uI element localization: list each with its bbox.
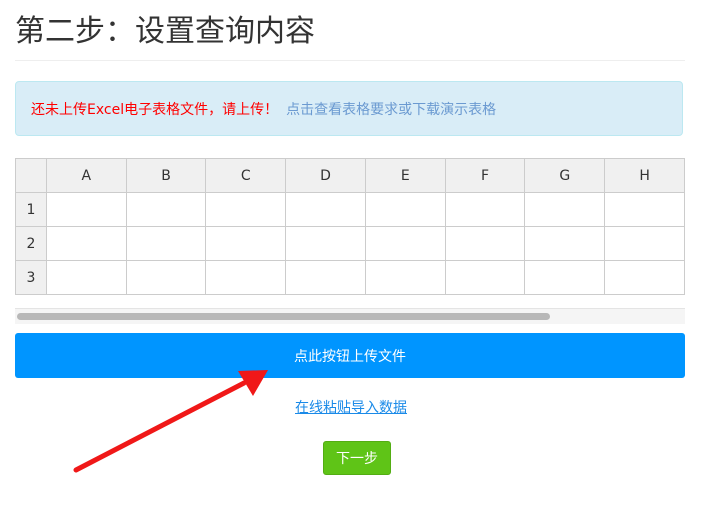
page-title: 第二步：设置查询内容: [15, 14, 315, 49]
row-header[interactable]: 2: [15, 226, 47, 261]
table-cell[interactable]: [604, 260, 685, 295]
column-header[interactable]: G: [524, 158, 606, 193]
table-cell[interactable]: [604, 226, 685, 261]
column-header[interactable]: D: [285, 158, 366, 193]
arrow-shaft: [73, 380, 247, 473]
table-row: 3: [15, 260, 685, 295]
horizontal-scrollbar[interactable]: [15, 308, 685, 324]
view-requirements-link[interactable]: 点击查看表格要求或下载演示表格: [286, 99, 496, 119]
table-cell[interactable]: [45, 260, 127, 295]
alert-warning-text: 还未上传Excel电子表格文件，请上传！: [31, 101, 279, 118]
table-cell[interactable]: [524, 226, 606, 261]
column-header[interactable]: C: [205, 158, 287, 193]
table-cell[interactable]: [45, 192, 127, 227]
table-cell[interactable]: [364, 192, 446, 227]
column-header[interactable]: A: [45, 158, 127, 193]
table-cell[interactable]: [444, 192, 526, 227]
table-cell[interactable]: [125, 260, 207, 295]
table-cell[interactable]: [524, 260, 606, 295]
column-header[interactable]: B: [125, 158, 207, 193]
column-header[interactable]: F: [444, 158, 526, 193]
table-row: 1: [15, 192, 685, 227]
table-cell[interactable]: [285, 192, 366, 227]
table-cell[interactable]: [125, 226, 207, 261]
table-cell[interactable]: [444, 260, 526, 295]
paste-import-link[interactable]: 在线粘贴导入数据: [295, 400, 407, 416]
table-cell[interactable]: [285, 226, 366, 261]
row-header[interactable]: 1: [15, 192, 47, 227]
table-cell[interactable]: [364, 226, 446, 261]
table-cell[interactable]: [45, 226, 127, 261]
table-cell[interactable]: [285, 260, 366, 295]
upload-file-button[interactable]: 点此按钮上传文件: [15, 333, 685, 378]
table-cell[interactable]: [205, 192, 287, 227]
spreadsheet-grid[interactable]: A B C D E F G H 1 2 3: [15, 158, 685, 324]
corner-cell[interactable]: [15, 158, 47, 193]
title-divider: [15, 60, 685, 61]
table-cell[interactable]: [125, 192, 207, 227]
table-cell[interactable]: [444, 226, 526, 261]
column-header[interactable]: E: [364, 158, 446, 193]
upload-alert: 还未上传Excel电子表格文件，请上传！ 点击查看表格要求或下载演示表格: [15, 81, 683, 136]
spreadsheet-table: A B C D E F G H 1 2 3: [15, 158, 685, 295]
scrollbar-thumb[interactable]: [17, 313, 550, 320]
next-step-button[interactable]: 下一步: [323, 441, 391, 475]
table-cell[interactable]: [205, 260, 287, 295]
column-header-row: A B C D E F G H: [15, 158, 685, 193]
table-cell[interactable]: [364, 260, 446, 295]
table-cell[interactable]: [205, 226, 287, 261]
table-cell[interactable]: [604, 192, 685, 227]
row-header[interactable]: 3: [15, 260, 47, 295]
table-row: 2: [15, 226, 685, 261]
column-header[interactable]: H: [604, 158, 685, 193]
table-cell[interactable]: [524, 192, 606, 227]
paste-link-container: 在线粘贴导入数据: [0, 398, 702, 418]
